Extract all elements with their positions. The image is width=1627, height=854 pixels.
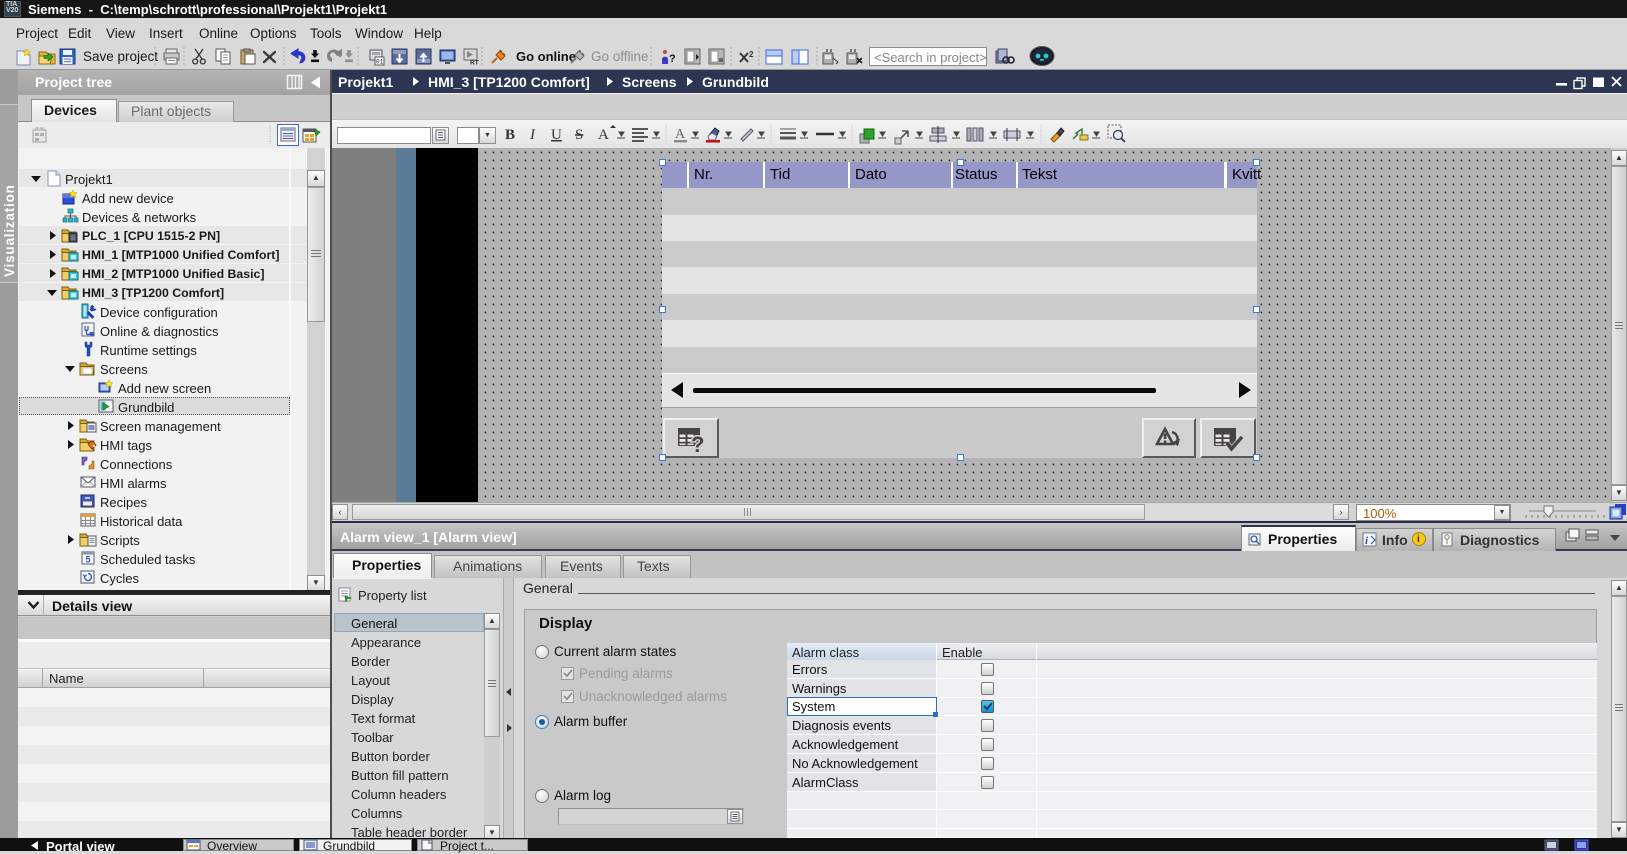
svg-text:I: I <box>529 127 536 143</box>
svg-text:?: ? <box>669 53 676 65</box>
svg-text:?: ? <box>691 432 704 457</box>
svg-text:A: A <box>598 127 609 143</box>
svg-text:U: U <box>551 127 562 143</box>
svg-text:A: A <box>675 127 686 142</box>
svg-text:Go online: Go online <box>516 49 576 64</box>
svg-text:Save project: Save project <box>83 49 158 64</box>
svg-text:B: B <box>505 127 515 143</box>
svg-text:RT: RT <box>470 60 479 67</box>
svg-text:5: 5 <box>86 555 91 565</box>
svg-text:2: 2 <box>749 50 754 59</box>
svg-text:Go offline: Go offline <box>591 49 649 64</box>
svg-text:S: S <box>575 127 583 143</box>
svg-text:01: 01 <box>376 59 384 66</box>
